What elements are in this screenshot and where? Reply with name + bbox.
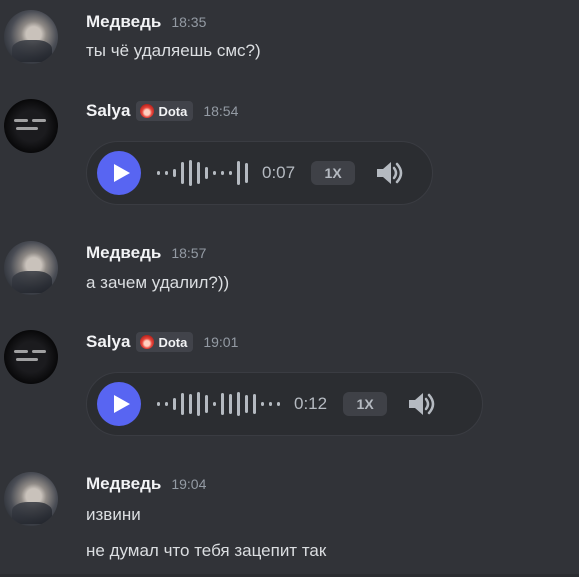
message-text: извини — [86, 505, 141, 524]
message-header: Медведь 18:57 — [86, 242, 206, 264]
timestamp: 18:54 — [203, 103, 239, 119]
voice-duration: 0:07 — [262, 163, 296, 182]
message-header: Salya Dota 18:54 — [86, 100, 238, 122]
flame-icon — [140, 335, 155, 349]
avatar[interactable] — [4, 10, 58, 64]
timestamp: 18:57 — [171, 245, 207, 261]
message-text: не думал что тебя зацепит так — [86, 541, 327, 560]
avatar[interactable] — [4, 472, 58, 526]
tag-label: Dota — [158, 103, 188, 119]
message-text: а зачем удалил?)) — [86, 273, 230, 292]
avatar[interactable] — [4, 241, 58, 295]
avatar[interactable] — [4, 330, 58, 384]
voice-duration: 0:12 — [294, 394, 328, 413]
playback-speed-button[interactable]: 1X — [343, 392, 388, 416]
chat-log: Медведь 18:35 ты чё удаляешь смс?) Salya… — [0, 0, 579, 577]
playback-speed-button[interactable]: 1X — [311, 161, 356, 185]
username[interactable]: Медведь — [86, 12, 161, 32]
avatar[interactable] — [4, 99, 58, 153]
username[interactable]: Salya — [86, 332, 130, 352]
message-header: Медведь 18:35 — [86, 11, 206, 33]
username[interactable]: Salya — [86, 101, 130, 121]
role-tag[interactable]: Dota — [136, 332, 194, 352]
speaker-icon[interactable] — [373, 157, 405, 189]
message-header: Медведь 19:04 — [86, 473, 206, 495]
waveform[interactable] — [157, 158, 248, 188]
timestamp: 19:01 — [203, 334, 239, 350]
voice-message-player: 0:07 1X — [86, 141, 433, 205]
role-tag[interactable]: Dota — [136, 101, 194, 121]
tag-label: Dota — [158, 334, 188, 350]
speaker-icon[interactable] — [405, 388, 437, 420]
play-icon[interactable] — [97, 151, 141, 195]
username[interactable]: Медведь — [86, 243, 161, 263]
message-text: ты чё удаляешь смс?) — [86, 41, 261, 60]
timestamp: 19:04 — [171, 476, 207, 492]
timestamp: 18:35 — [171, 14, 207, 30]
username[interactable]: Медведь — [86, 474, 161, 494]
voice-message-player: 0:12 1X — [86, 372, 483, 436]
waveform[interactable] — [157, 389, 280, 419]
play-icon[interactable] — [97, 382, 141, 426]
message-header: Salya Dota 19:01 — [86, 331, 238, 353]
flame-icon — [140, 104, 155, 118]
